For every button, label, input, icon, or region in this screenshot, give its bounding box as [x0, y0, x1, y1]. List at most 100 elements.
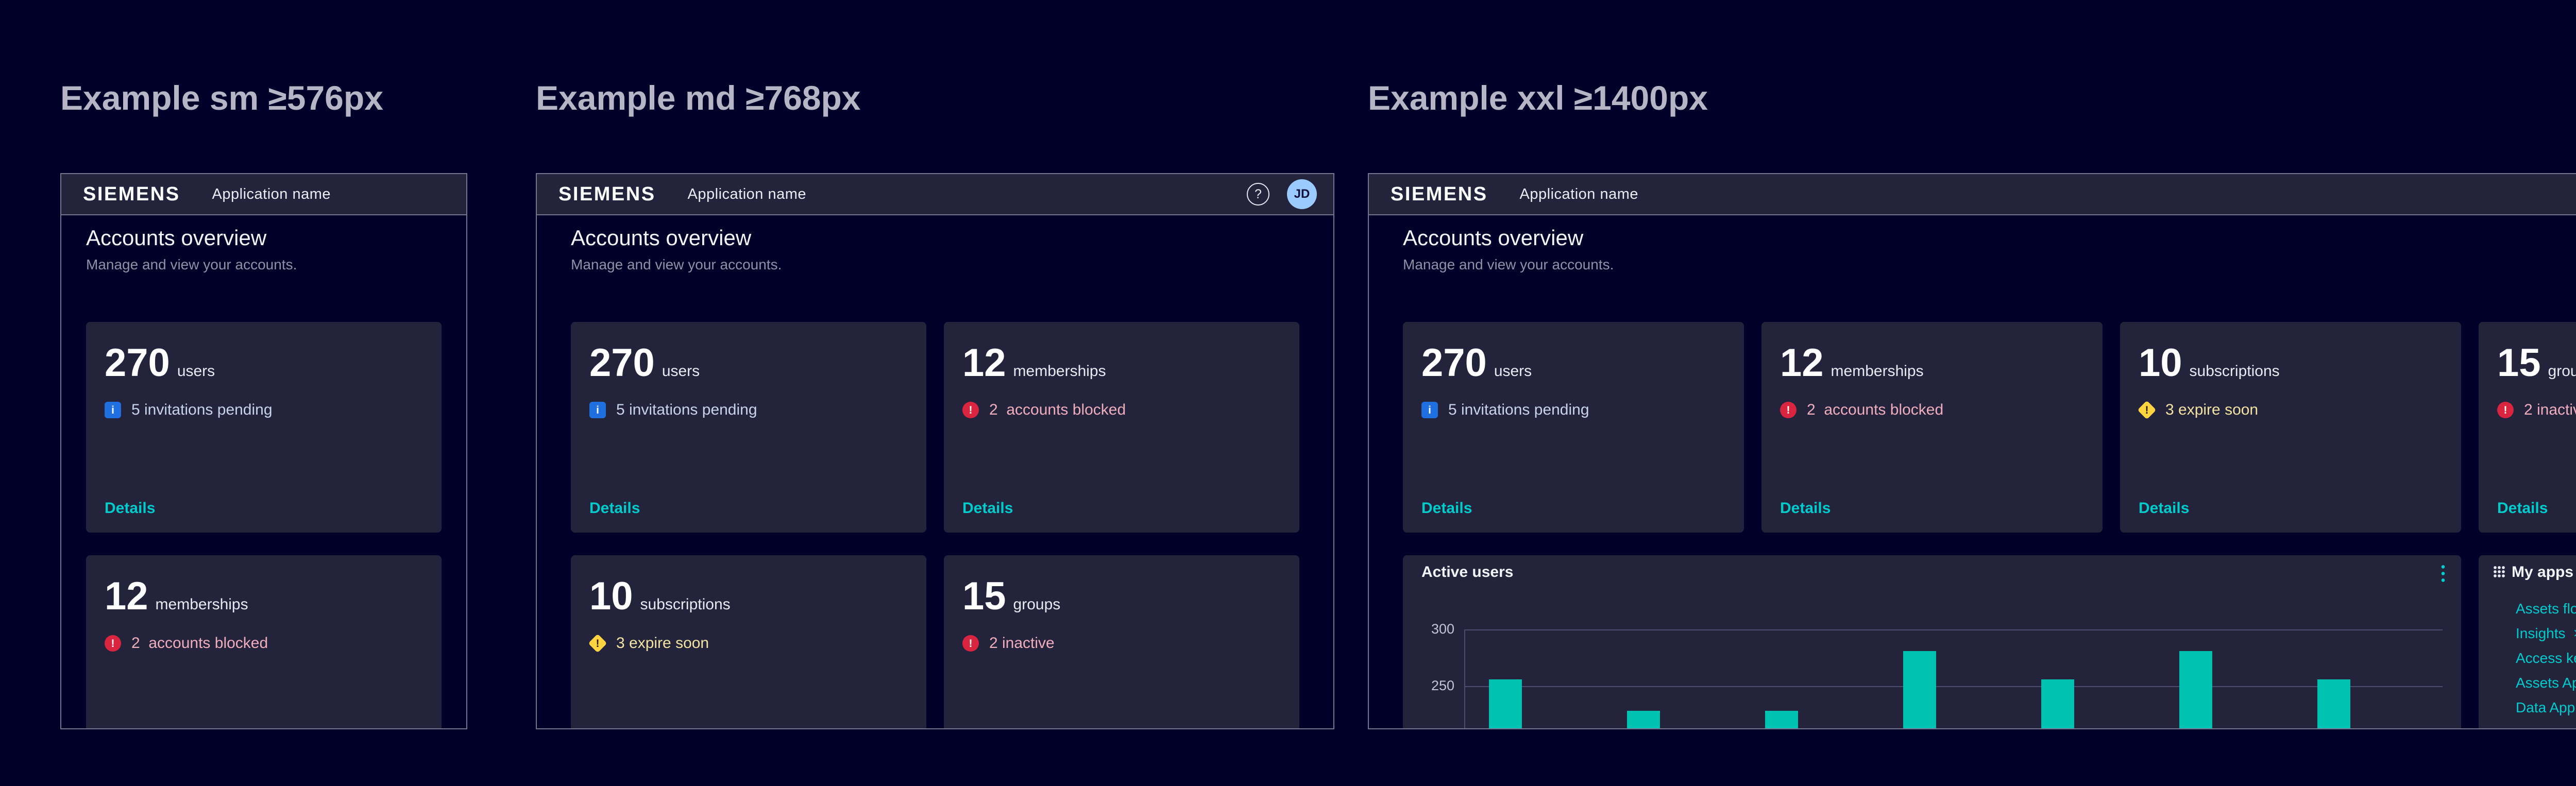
app-header: SIEMENS Application name ? JD [1369, 174, 2576, 215]
stat-alert: ! 2 inactive [2497, 401, 2576, 419]
details-link[interactable]: Details [1780, 500, 1831, 517]
alert-text: 3 expire soon [2165, 401, 2258, 419]
chart-title: Active users [1421, 563, 1513, 581]
alert-text: 5 invitations pending [616, 401, 757, 419]
stat-unit: memberships [156, 596, 248, 613]
stat-unit: users [177, 363, 215, 380]
stat-value: 15 [962, 578, 1006, 615]
stat-alert: ! 2 accounts blocked [962, 401, 1281, 419]
my-apps-link-label: Assets App [2516, 675, 2576, 691]
error-icon: ! [105, 635, 121, 652]
details-link[interactable]: Details [105, 500, 155, 517]
info-icon: i [589, 402, 606, 418]
stat-value: 15 [2497, 345, 2541, 382]
y-axis-line [1464, 629, 1465, 729]
bar [2179, 651, 2212, 729]
error-icon: ! [2497, 402, 2514, 418]
stat-unit: groups [1013, 596, 1061, 613]
stat-card-memberships: 12 memberships ! 2 accounts blocked Deta… [1761, 322, 2103, 533]
stat-unit: memberships [1013, 363, 1106, 380]
app-header: SIEMENS Application name ? JD [537, 174, 1333, 215]
my-apps-link[interactable]: Assets flow› [2516, 596, 2576, 621]
stat-card-users: 270 users i 5 invitations pending Detail… [571, 322, 926, 533]
alert-text: 2 accounts blocked [989, 401, 1126, 419]
error-icon: ! [962, 635, 979, 652]
alert-text: 2 accounts blocked [1807, 401, 1943, 419]
bar [1765, 711, 1798, 729]
stat-value: 270 [1421, 345, 1487, 382]
stat-alert: i 5 invitations pending [1421, 401, 1725, 419]
bar [1903, 651, 1936, 729]
page-title: Accounts overview [571, 226, 1299, 250]
kebab-menu-icon[interactable] [2441, 562, 2446, 583]
stat-value: 12 [962, 345, 1006, 382]
stat-value: 12 [1780, 345, 1824, 382]
details-link[interactable]: Details [962, 500, 1013, 517]
drag-grip-icon[interactable] [2493, 566, 2505, 578]
my-apps-link-list: Assets flow›Insights›Access key›Assets A… [2516, 596, 2576, 720]
stat-value: 10 [2139, 345, 2182, 382]
siemens-logo: SIEMENS [83, 183, 180, 206]
page-subtitle: Manage and view your accounts. [86, 257, 442, 273]
stat-card-subscriptions: 10 subscriptions ! 3 expire soon Details [2120, 322, 2461, 533]
details-link[interactable]: Details [2139, 500, 2189, 517]
my-apps-link-label: Assets flow [2516, 601, 2576, 617]
my-apps-title: My apps [2512, 563, 2573, 581]
alert-text: 2 inactive [2524, 401, 2576, 419]
application-name: Application name [212, 186, 331, 203]
alert-text: 5 invitations pending [1448, 401, 1589, 419]
stat-value: 10 [589, 578, 633, 615]
stat-alert: ! 3 expire soon [2139, 401, 2443, 419]
stat-card-users: 270 users i 5 invitations pending Detail… [86, 322, 442, 533]
warning-icon: ! [2138, 401, 2157, 420]
example-frame-md: SIEMENS Application name ? JD Accounts o… [536, 173, 1334, 729]
details-link[interactable]: Details [1421, 500, 1472, 517]
my-apps-link-label: Insights [2516, 625, 2566, 642]
page-subtitle: Manage and view your accounts. [571, 257, 1299, 273]
gridline-300 [1464, 629, 2443, 630]
breakpoint-examples-canvas: Example sm ≥576px Example md ≥768px Exam… [0, 0, 2576, 786]
info-icon: i [1421, 402, 1438, 418]
application-name: Application name [1520, 186, 1638, 203]
error-icon: ! [1780, 402, 1797, 418]
my-apps-link[interactable]: Access key› [2516, 646, 2576, 671]
stat-value: 12 [105, 578, 148, 615]
info-icon: i [105, 402, 121, 418]
details-link[interactable]: Details [589, 500, 640, 517]
alert-text: 2 inactive [989, 635, 1055, 652]
stat-unit: users [662, 363, 700, 380]
y-axis-tick-250: 250 [1403, 678, 1454, 694]
avatar[interactable]: JD [1287, 179, 1317, 209]
bar [2317, 679, 2350, 729]
example-frame-xxl: SIEMENS Application name ? JD Accounts o… [1368, 173, 2576, 729]
application-name: Application name [688, 186, 806, 203]
stat-card-groups: 15 groups ! 2 inactive Details [944, 555, 1299, 729]
example-frame-sm: SIEMENS Application name Accounts overvi… [60, 173, 467, 729]
stat-unit: subscriptions [640, 596, 731, 613]
page-subtitle: Manage and view your accounts. [1403, 257, 2576, 273]
my-apps-link-label: Access key [2516, 650, 2576, 667]
warning-icon: ! [588, 634, 607, 653]
example-heading-xxl: Example xxl ≥1400px [1368, 78, 1708, 117]
my-apps-link[interactable]: Assets App› [2516, 671, 2576, 695]
stat-alert: i 5 invitations pending [105, 401, 423, 419]
stat-unit: users [1494, 363, 1532, 380]
stat-card-subscriptions: 10 subscriptions ! 3 expire soon Details [571, 555, 926, 729]
example-heading-md: Example md ≥768px [536, 78, 861, 117]
stat-alert: i 5 invitations pending [589, 401, 908, 419]
alert-text: 2 accounts blocked [131, 635, 268, 652]
app-header: SIEMENS Application name [61, 174, 466, 215]
help-icon[interactable]: ? [1247, 183, 1269, 206]
stat-value: 270 [589, 345, 655, 382]
stat-value: 270 [105, 345, 170, 382]
page-title: Accounts overview [86, 226, 442, 250]
stat-card-groups: 15 groups ! 2 inactive Details [2479, 322, 2576, 533]
details-link[interactable]: Details [2497, 500, 2548, 517]
error-icon: ! [962, 402, 979, 418]
alert-text: 3 expire soon [616, 635, 709, 652]
stat-unit: memberships [1831, 363, 1924, 380]
chevron-right-icon: › [2574, 625, 2576, 642]
my-apps-link[interactable]: Data App› [2516, 695, 2576, 720]
stat-alert: ! 2 accounts blocked [1780, 401, 2084, 419]
my-apps-link[interactable]: Insights › [2516, 621, 2576, 646]
